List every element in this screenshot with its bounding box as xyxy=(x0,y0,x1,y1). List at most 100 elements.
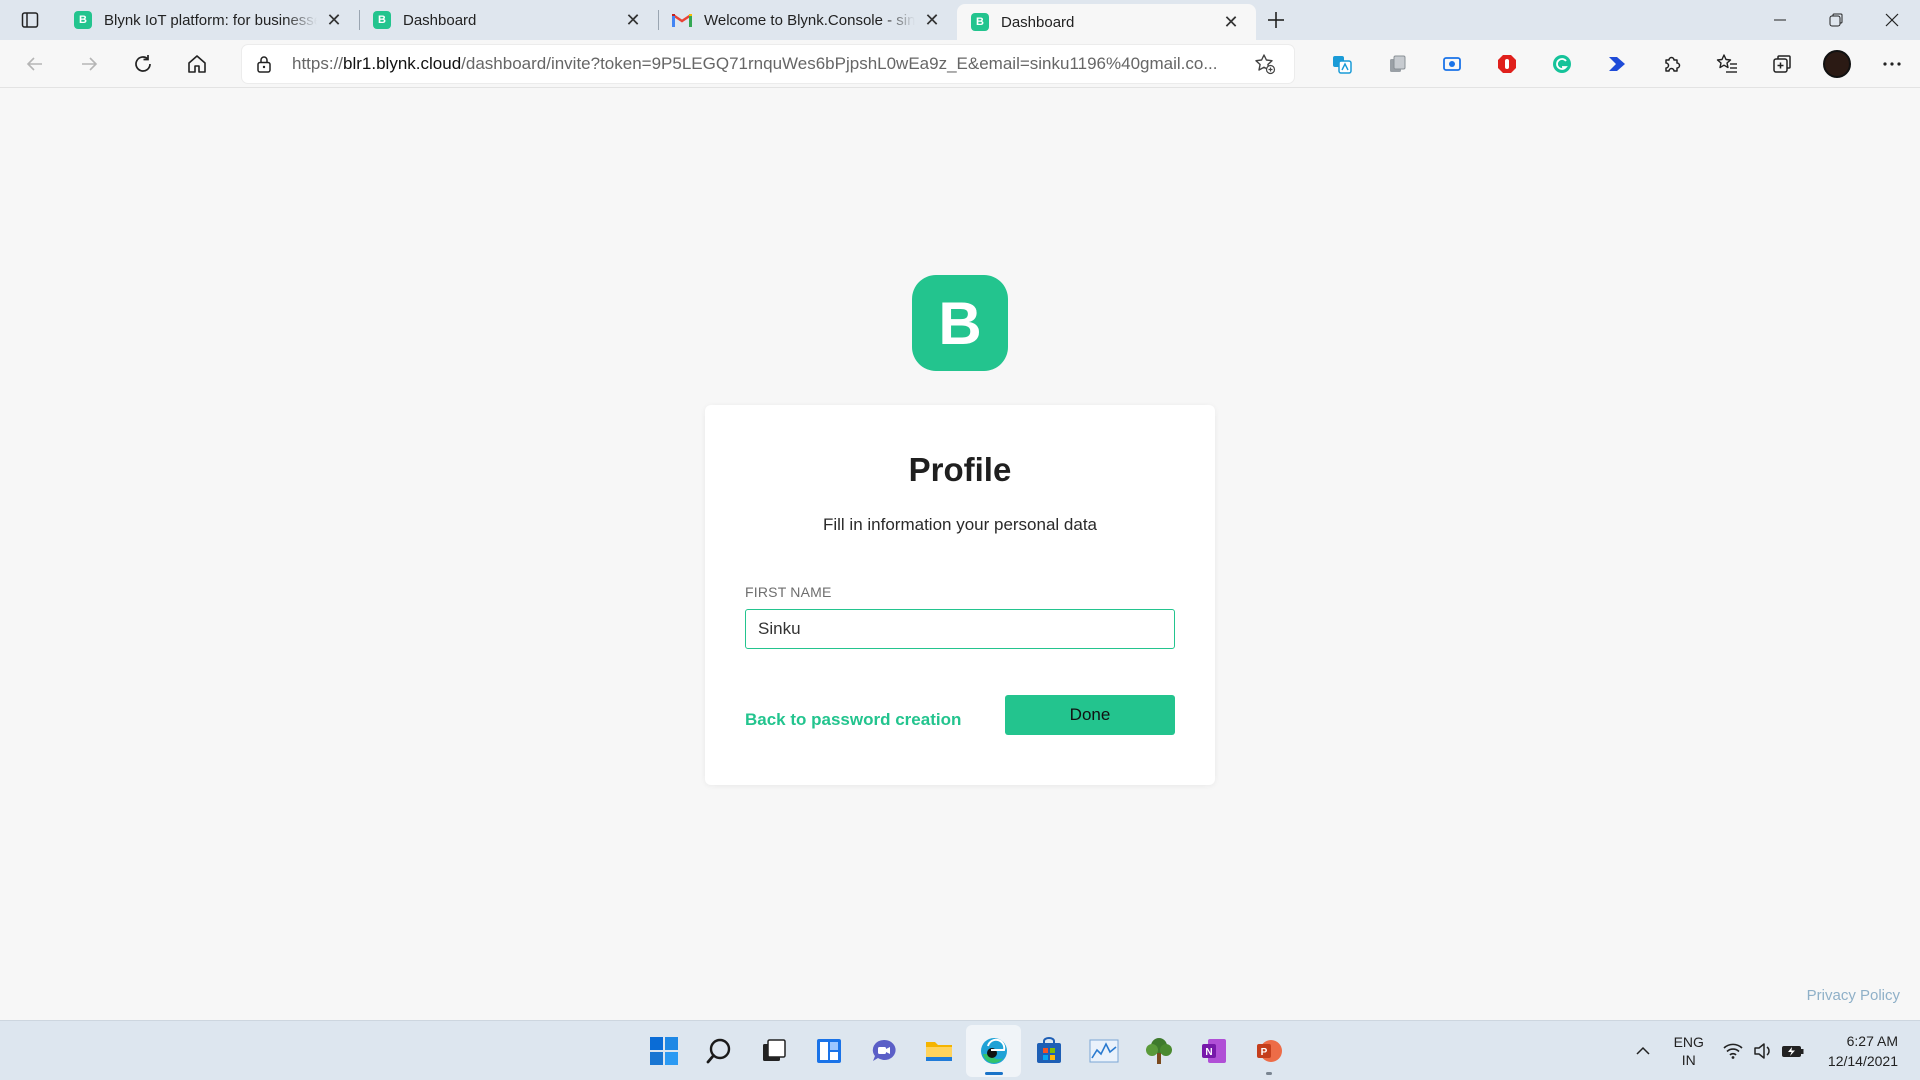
task-view-button[interactable] xyxy=(746,1025,801,1077)
performance-monitor-button[interactable] xyxy=(1076,1025,1131,1077)
restore-button[interactable] xyxy=(1808,0,1864,40)
chevron-right-icon xyxy=(1608,56,1625,71)
done-button[interactable]: Done xyxy=(1005,695,1175,735)
windows-taskbar: N P ENG IN 6:27 AM 12/14/2021 xyxy=(0,1020,1920,1080)
tab-gmail-welcome[interactable]: Welcome to Blynk.Console - sinku ✕ xyxy=(658,0,957,40)
close-icon[interactable]: ✕ xyxy=(921,9,943,31)
back-button[interactable] xyxy=(8,40,62,88)
lock-icon[interactable] xyxy=(256,55,276,73)
running-indicator xyxy=(984,1072,1003,1075)
add-favorite-button[interactable] xyxy=(1250,53,1280,75)
show-hidden-icons-button[interactable] xyxy=(1628,1043,1658,1059)
grammar-extension-button[interactable] xyxy=(1534,40,1589,88)
onenote-button[interactable]: N xyxy=(1186,1025,1241,1077)
tab-dashboard-active[interactable]: B Dashboard ✕ xyxy=(957,4,1256,40)
tab-title: Blynk IoT platform: for businesses xyxy=(104,11,317,29)
page-subtitle: Fill in information your personal data xyxy=(822,515,1098,534)
minimize-button[interactable] xyxy=(1752,0,1808,40)
screen-capture-extension-button[interactable] xyxy=(1424,40,1479,88)
widgets-button[interactable] xyxy=(801,1025,856,1077)
running-indicator xyxy=(1265,1072,1272,1075)
home-button[interactable] xyxy=(170,40,224,88)
browser-tab-strip: B Blynk IoT platform: for businesses ✕ B… xyxy=(0,0,1920,40)
tree-icon xyxy=(1145,1038,1172,1064)
chat-button[interactable] xyxy=(856,1025,911,1077)
close-icon[interactable]: ✕ xyxy=(622,9,644,31)
file-explorer-button[interactable] xyxy=(911,1025,966,1077)
wifi-status[interactable] xyxy=(1718,1042,1748,1060)
input-language-indicator[interactable]: ENG IN xyxy=(1674,1033,1704,1069)
star-add-icon xyxy=(1255,53,1276,74)
translate-extension-button[interactable] xyxy=(1314,40,1369,88)
privacy-policy-link[interactable]: Privacy Policy xyxy=(1807,987,1900,1004)
tree-app-button[interactable] xyxy=(1131,1025,1186,1077)
start-button[interactable] xyxy=(636,1025,691,1077)
store-button[interactable] xyxy=(1021,1025,1076,1077)
close-icon[interactable]: ✕ xyxy=(1220,11,1242,33)
clock-time: 6:27 AM xyxy=(1846,1033,1898,1049)
region-code: IN xyxy=(1681,1052,1696,1068)
edge-browser-button[interactable] xyxy=(966,1025,1021,1077)
adblock-extension-button[interactable] xyxy=(1479,40,1534,88)
extensions-button[interactable] xyxy=(1644,40,1699,88)
new-tab-button[interactable] xyxy=(1256,0,1296,40)
settings-more-button[interactable] xyxy=(1864,40,1919,88)
favorites-list-icon xyxy=(1716,53,1737,73)
widgets-icon xyxy=(816,1039,841,1063)
close-icon[interactable]: ✕ xyxy=(323,9,345,31)
url-text[interactable]: https://blr1.blynk.cloud/dashboard/invit… xyxy=(292,54,1250,74)
system-tray: ENG IN 6:27 AM 12/14/2021 xyxy=(1628,1021,1920,1080)
blynk-favicon-icon: B xyxy=(971,13,989,31)
svg-text:N: N xyxy=(1205,1047,1212,1058)
tab-actions-icon xyxy=(21,12,39,28)
profile-button[interactable] xyxy=(1809,40,1864,88)
tab-blynk-platform[interactable]: B Blynk IoT platform: for businesses ✕ xyxy=(60,0,359,40)
page-content: B Profile Fill in information your perso… xyxy=(0,89,1920,1019)
plus-icon xyxy=(1268,12,1284,28)
hand-stop-icon xyxy=(1497,54,1516,73)
back-to-password-link[interactable]: Back to password creation xyxy=(745,710,961,730)
first-name-label: FIRST NAME xyxy=(745,584,832,600)
collections-button[interactable] xyxy=(1754,40,1809,88)
grammarly-icon xyxy=(1552,54,1571,73)
arrow-right-icon xyxy=(82,56,98,71)
minimize-icon xyxy=(1774,19,1786,21)
svg-text:P: P xyxy=(1260,1047,1267,1058)
taskbar-clock[interactable]: 6:27 AM 12/14/2021 xyxy=(1828,1031,1898,1071)
search-button[interactable] xyxy=(691,1025,746,1077)
page-title: Profile xyxy=(908,451,1012,488)
windows-icon xyxy=(649,1037,678,1065)
tab-title: Welcome to Blynk.Console - sinku xyxy=(704,11,915,29)
blynk-favicon-icon: B xyxy=(74,11,92,29)
close-window-button[interactable] xyxy=(1864,0,1920,40)
tab-title: Dashboard xyxy=(403,11,477,29)
favorites-button[interactable] xyxy=(1699,40,1754,88)
profile-card: Profile Fill in information your persona… xyxy=(705,405,1215,785)
tab-dashboard[interactable]: B Dashboard ✕ xyxy=(359,0,658,40)
puzzle-icon xyxy=(1664,56,1680,72)
close-icon xyxy=(1885,13,1899,27)
first-name-input[interactable] xyxy=(745,609,1175,649)
onenote-icon: N xyxy=(1201,1039,1226,1063)
tab-actions-button[interactable] xyxy=(0,0,60,40)
address-bar[interactable]: https://blr1.blynk.cloud/dashboard/invit… xyxy=(242,44,1294,83)
tab-title: Dashboard xyxy=(1001,13,1075,31)
volume-status[interactable] xyxy=(1748,1042,1778,1060)
battery-charging-icon xyxy=(1781,1046,1804,1057)
powerpoint-button[interactable]: P xyxy=(1241,1025,1296,1077)
language-code: ENG xyxy=(1673,1034,1704,1050)
clock-date: 12/14/2021 xyxy=(1827,1053,1898,1069)
copy-extension-button[interactable] xyxy=(1369,40,1424,88)
home-icon xyxy=(188,54,206,73)
window-controls xyxy=(1752,0,1920,40)
arrow-extension-button[interactable] xyxy=(1589,40,1644,88)
refresh-icon xyxy=(135,54,151,72)
more-horizontal-icon xyxy=(1882,61,1901,66)
forward-button[interactable] xyxy=(62,40,116,88)
wifi-icon xyxy=(1723,1043,1743,1059)
battery-status[interactable] xyxy=(1778,1042,1808,1060)
blynk-favicon-icon: B xyxy=(373,11,391,29)
blynk-logo: B xyxy=(912,275,1008,371)
refresh-button[interactable] xyxy=(116,40,170,88)
search-icon xyxy=(706,1038,730,1064)
